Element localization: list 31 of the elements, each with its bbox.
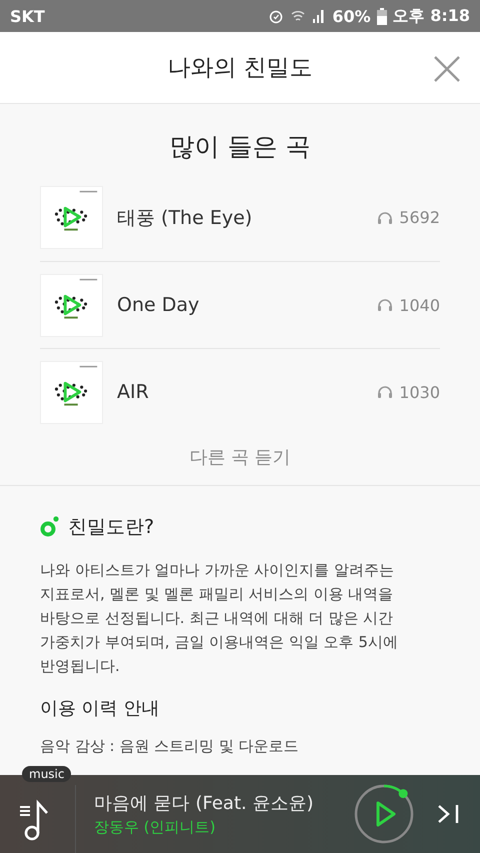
song-title[interactable]: One Day [117, 294, 378, 316]
close-icon [432, 54, 462, 84]
play-count: 5692 [399, 208, 440, 227]
track-title: 마음에 묻다 (Feat. 윤소윤) [94, 792, 314, 815]
headphones-icon [377, 210, 394, 224]
info-paragraph: 나와 아티스트가 얼마나 가까운 사이인지를 알려주는 지표로서, 멜론 및 멜론 패밀리 서비스의 이용 내역을 바탕으로 선정됩니다. 최근 내역에 대해 더 많은 시간 가중치가 부여되며, 금일 이용내역은 익일 오후 5시에 반영됩니다. [40, 560, 399, 677]
song-title[interactable]: 태풍 (The Eye) [117, 204, 378, 230]
play-button[interactable] [352, 782, 416, 846]
battery-percent: 60% [332, 6, 371, 26]
play-count: 1040 [399, 296, 440, 314]
album-cover [40, 274, 103, 336]
info-heading: 친밀도란? [68, 515, 154, 540]
page-title: 나와의 친밀도 [167, 54, 313, 83]
signal-icon [312, 8, 326, 24]
history-heading: 이용 이력 안내 [40, 697, 160, 720]
battery-icon [376, 8, 387, 24]
play-count: 1030 [399, 382, 440, 402]
clock-time: 오후 8:18 [392, 6, 470, 26]
album-cover [40, 186, 103, 249]
carrier-name: SKT [10, 6, 45, 26]
section-title: 많이 들은 곡 [170, 132, 310, 161]
song-title[interactable]: AIR [117, 381, 378, 403]
headphones-icon [377, 385, 394, 399]
track-artist: 장동우 (인피니트) [94, 818, 216, 837]
history-item: 음악 감상 : 음원 스트리밍 및 다운로드 [40, 736, 300, 756]
music-badge: music [22, 766, 72, 782]
alarm-icon [268, 8, 284, 24]
headphones-icon [377, 298, 394, 312]
ring-logo-icon [40, 516, 60, 538]
close-button[interactable] [432, 54, 462, 84]
album-cover [40, 360, 103, 424]
